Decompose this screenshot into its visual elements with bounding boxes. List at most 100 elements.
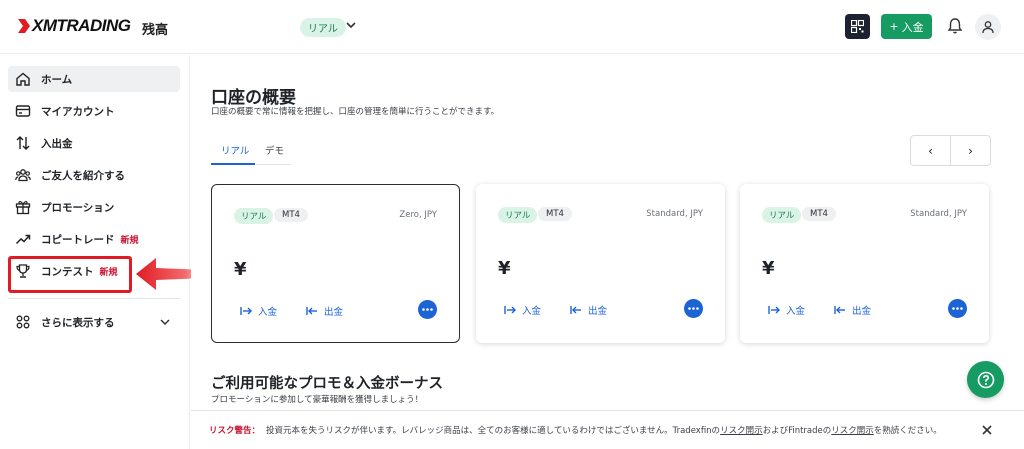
risk-text: 投資元本を失うリスクが伴います。レバレッジ商品は、全てのお客様に適しているわけで… xyxy=(266,426,721,436)
promotions-subtitle: プロモーションに参加して豪華報酬を獲得しましょう！ xyxy=(211,395,424,405)
new-badge: 新規 xyxy=(120,235,139,246)
account-balance: ¥ xyxy=(762,258,775,279)
more-options-button[interactable] xyxy=(418,300,437,319)
tab-demo[interactable]: デモ xyxy=(265,143,284,157)
next-button[interactable]: › xyxy=(950,136,990,165)
deposit-label: 入金 xyxy=(522,306,542,317)
sidebar-item-label: プロモーション xyxy=(41,201,115,214)
transfer-icon xyxy=(16,136,30,150)
grid-icon xyxy=(16,315,30,329)
chevron-down-icon xyxy=(160,319,170,326)
more-dots-icon xyxy=(422,308,433,311)
promotions-title: ご利用可能なプロモ＆入金ボーナス xyxy=(211,376,443,392)
withdraw-arrow-icon xyxy=(570,306,581,314)
logo-text: XMTRADING xyxy=(32,16,131,35)
user-icon xyxy=(982,21,994,34)
trend-icon xyxy=(15,234,31,245)
sidebar-item-label: さらに表示する xyxy=(41,316,115,329)
close-icon[interactable] xyxy=(980,423,994,437)
sidebar-show-more[interactable]: さらに表示する xyxy=(8,309,180,335)
more-dots-icon xyxy=(952,307,963,310)
account-card[interactable]: リアル MT4 Standard, JPY ¥ 入金 出金 xyxy=(740,184,989,343)
deposit-button[interactable]: 入金 xyxy=(240,304,277,318)
contest-highlight-box xyxy=(8,256,132,293)
account-type-pill: リアル xyxy=(498,207,538,223)
sidebar-item-transfer[interactable]: 入出金 xyxy=(8,130,180,156)
more-dots-icon xyxy=(688,307,699,310)
account-tabs: リアル デモ xyxy=(211,135,291,165)
account-type-label: Standard, JPY xyxy=(646,209,703,219)
sidebar-item-refer-friend[interactable]: ご友人を紹介する xyxy=(8,162,180,188)
logo-mark-icon xyxy=(18,19,30,33)
deposit-button[interactable]: 入金 xyxy=(504,303,541,317)
risk-text: およびFintradeの xyxy=(762,426,832,436)
account-type-pill: リアル xyxy=(234,208,274,224)
more-options-button[interactable] xyxy=(948,299,967,318)
tab-real[interactable]: リアル xyxy=(221,143,249,157)
withdraw-label: 出金 xyxy=(588,306,608,317)
withdraw-button[interactable]: 出金 xyxy=(834,303,871,317)
sidebar-item-label: マイアカウント xyxy=(41,105,115,118)
withdraw-arrow-icon xyxy=(834,306,845,314)
account-balance: ¥ xyxy=(498,258,511,279)
users-icon xyxy=(15,169,31,182)
main-content: 口座の概要 口座の概要で常に情報を把握し、口座の管理を簡単に行うことができます。… xyxy=(191,55,1024,449)
sidebar-item-home[interactable]: ホーム xyxy=(8,66,180,92)
sidebar-item-my-account[interactable]: マイアカウント xyxy=(8,98,180,124)
chevron-down-icon[interactable] xyxy=(343,17,359,33)
prev-button[interactable]: ‹ xyxy=(911,136,950,165)
page-subtitle: 口座の概要で常に情報を把握し、口座の管理を簡単に行うことができます。 xyxy=(211,107,500,117)
withdraw-label: 出金 xyxy=(324,307,344,318)
risk-warning-banner: リスク警告： 投資元本を失うリスクが伴います。レバレッジ商品は、全てのお客様に適… xyxy=(191,410,1024,449)
deposit-arrow-icon xyxy=(240,307,252,315)
carousel-pager: ‹ › xyxy=(910,135,991,166)
xm-logo[interactable]: XMTRADING xyxy=(18,16,131,36)
account-type-label: Standard, JPY xyxy=(910,209,967,219)
sidebar-item-copy-trade[interactable]: コピートレード 新規 xyxy=(8,226,180,252)
help-button[interactable] xyxy=(967,361,1004,398)
deposit-label: 入金 xyxy=(258,307,278,318)
qr-code-button[interactable] xyxy=(845,14,870,39)
more-options-button[interactable] xyxy=(684,299,703,318)
wallet-icon xyxy=(15,105,31,117)
sidebar-item-label: コピートレード xyxy=(41,233,115,246)
sidebar: ホーム マイアカウント 入出金 ご友人を紹介する プロモーション コピートレード… xyxy=(0,55,190,449)
withdraw-button[interactable]: 出金 xyxy=(306,304,343,318)
sidebar-item-label: ホーム xyxy=(41,73,73,86)
platform-pill: MT4 xyxy=(538,207,572,221)
account-type-label: Zero, JPY xyxy=(399,210,437,220)
bell-icon[interactable] xyxy=(945,16,965,36)
account-type-pill[interactable]: リアル xyxy=(300,18,346,37)
deposit-arrow-icon xyxy=(504,306,516,314)
platform-pill: MT4 xyxy=(802,207,836,221)
account-card[interactable]: リアル MT4 Zero, JPY ¥ 入金 出金 xyxy=(211,184,460,343)
withdraw-label: 出金 xyxy=(852,306,872,317)
plus-icon: + xyxy=(889,20,899,33)
risk-disclosure-link[interactable]: リスク開示 xyxy=(831,424,874,436)
balance-label: 残高 xyxy=(142,23,169,38)
withdraw-arrow-icon xyxy=(306,307,317,315)
withdraw-button[interactable]: 出金 xyxy=(570,303,607,317)
account-balance: ¥ xyxy=(234,259,247,280)
risk-warning-label: リスク警告： xyxy=(209,426,261,436)
sidebar-divider xyxy=(8,298,180,299)
qr-code-icon xyxy=(851,20,864,33)
home-icon xyxy=(16,72,30,86)
deposit-button[interactable]: 入金 xyxy=(768,303,805,317)
header-deposit-button[interactable]: + 入金 xyxy=(881,14,932,39)
sidebar-item-label: 入出金 xyxy=(41,137,73,150)
help-icon xyxy=(977,371,994,388)
sidebar-item-label: ご友人を紹介する xyxy=(41,169,125,182)
account-card[interactable]: リアル MT4 Standard, JPY ¥ 入金 出金 xyxy=(476,184,725,343)
risk-disclosure-link[interactable]: リスク開示 xyxy=(720,424,763,436)
gift-icon xyxy=(15,200,31,215)
top-header: XMTRADING 残高 リアル + 入金 xyxy=(0,0,1024,54)
account-type-pill: リアル xyxy=(762,207,802,223)
deposit-label: 入金 xyxy=(786,306,806,317)
active-tab-indicator xyxy=(211,163,255,165)
platform-pill: MT4 xyxy=(274,208,308,222)
sidebar-item-promotions[interactable]: プロモーション xyxy=(8,194,180,220)
user-avatar-button[interactable] xyxy=(975,14,1001,40)
deposit-arrow-icon xyxy=(768,306,780,314)
risk-text: を熟読ください。 xyxy=(873,426,942,436)
